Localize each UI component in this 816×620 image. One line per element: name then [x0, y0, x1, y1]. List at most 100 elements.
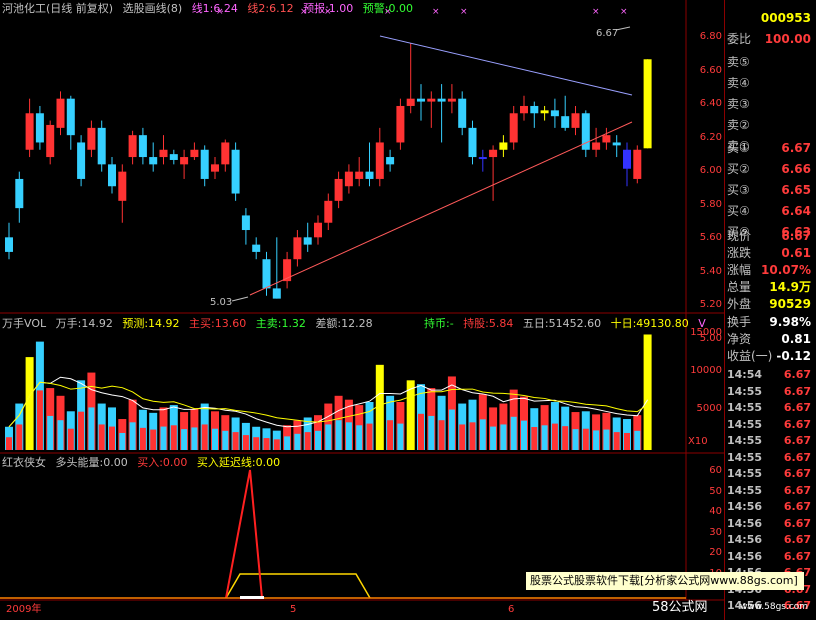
volume-bar-inner: [109, 426, 115, 450]
tick-time: 14:56: [727, 533, 763, 546]
buy-price: 6.66: [781, 162, 811, 176]
volume-bar-inner: [139, 427, 146, 450]
candle-body: [623, 149, 631, 169]
kline-chart[interactable]: 6.67 5.03 X10 2009年 5 6 × × × × × × × ×: [0, 0, 724, 620]
tick-row[interactable]: 14:55 6.67: [727, 465, 816, 483]
tick-row[interactable]: 14:55 6.67: [727, 416, 816, 434]
forecast-marker: ×: [592, 7, 600, 17]
candle-body: [365, 171, 374, 179]
candle-body: [169, 154, 178, 160]
candle-body: [602, 135, 611, 143]
low-price-label: 5.03: [210, 297, 232, 308]
volume-bar-inner: [304, 432, 311, 450]
buy-row: 买② 6.66: [727, 159, 816, 180]
candle-body: [118, 171, 127, 201]
forecast-marker: ×: [432, 7, 440, 17]
candle-body: [128, 135, 137, 158]
candle-body: [262, 259, 271, 289]
tick-row[interactable]: 14:56 6.67: [727, 548, 816, 566]
volume-bar-inner: [345, 422, 352, 450]
candle-body: [5, 237, 13, 252]
vol-ma5: 五日:51452.60: [522, 317, 602, 330]
energy-title[interactable]: 红衣侠女: [2, 456, 46, 469]
candle-body: [447, 98, 456, 102]
volume-bar-inner: [315, 430, 321, 450]
tick-price: 6.67: [783, 434, 811, 447]
watermark-banner[interactable]: 股票公式股票软件下载[分析家公式网www.88gs.com]: [526, 572, 804, 590]
stock-code: 000953: [760, 11, 811, 25]
tick-row[interactable]: 14:56 6.67: [727, 498, 816, 516]
candle-body: [458, 98, 467, 128]
volume-bar-inner: [294, 433, 301, 450]
candle-body: [468, 127, 477, 158]
volume-bar-inner: [129, 422, 136, 450]
tick-price: 6.67: [783, 483, 811, 497]
warning-value: 预警:0.00: [362, 2, 413, 15]
candle-body: [396, 105, 405, 143]
energy-tick: 40: [709, 506, 722, 517]
tick-time: 14:54: [727, 368, 763, 381]
volume-bar-inner: [98, 424, 105, 450]
candle-body: [592, 142, 601, 150]
candle-body: [15, 178, 24, 209]
site-url: www.58gs.com: [740, 602, 809, 612]
candle-body: [231, 149, 240, 194]
volume-bar-inner: [16, 424, 23, 450]
energy-tick: 50: [709, 485, 722, 497]
tick-row[interactable]: 14:56 6.67: [727, 515, 816, 533]
volume-bar-inner: [634, 430, 641, 450]
tick-row[interactable]: 14:54 6.67: [727, 366, 816, 384]
volume-bar-inner: [387, 420, 394, 450]
candle-body: [241, 215, 250, 231]
tick-price: 6.67: [783, 450, 811, 464]
tick-row[interactable]: 14:55 6.67: [727, 482, 816, 500]
sell-row: 卖②: [727, 115, 816, 136]
time-axis-year: 2009年: [6, 602, 41, 615]
volume-bar-inner: [181, 429, 188, 450]
tick-row[interactable]: 14:55 6.67: [727, 432, 816, 450]
volume-bar-inner: [191, 427, 198, 450]
tick-row[interactable]: 14:55 6.67: [727, 383, 816, 401]
volume-bar-inner: [428, 415, 435, 450]
sell-row: 卖③: [727, 94, 816, 115]
tick-row[interactable]: 14:55 6.67: [727, 449, 816, 467]
buy-price: 6.67: [781, 141, 811, 155]
energy-spike-line: [225, 469, 263, 599]
sell-label: 卖⑤: [727, 55, 750, 69]
time-axis-june: 6: [508, 604, 514, 615]
volume-bar-inner: [242, 435, 249, 450]
volume-bar-inner: [78, 411, 85, 450]
energy-header: 红衣侠女 多头能量:0.00 买入:0.00 买入延迟线:0.00: [2, 456, 286, 470]
stock-title[interactable]: 河池化工(日线 前复权): [2, 2, 113, 15]
buy-row: 买③ 6.65: [727, 180, 816, 201]
buy-label: 买②: [727, 162, 750, 176]
tick-time: 14:56: [727, 549, 763, 563]
volume-bar-inner: [222, 430, 229, 450]
volume-bar-inner: [603, 429, 610, 450]
candle-body: [97, 127, 106, 165]
candle-body: [334, 178, 343, 201]
volume-bar-inner: [88, 407, 95, 450]
candle-body: [520, 105, 528, 114]
high-price-label: 6.67: [596, 28, 618, 39]
tick-time: 14:55: [727, 384, 763, 398]
tick-price: 6.67: [783, 417, 811, 431]
candle-body: [77, 142, 86, 179]
buy-row: 买① 6.67: [727, 138, 816, 159]
volume-bar-inner: [613, 432, 620, 450]
price-tick: 6.80: [699, 31, 722, 42]
candle-body: [138, 135, 147, 158]
volume-bar-inner: [418, 413, 424, 450]
indicator-name[interactable]: 选股画线(8): [123, 2, 183, 15]
sell-label: 卖③: [727, 97, 750, 111]
volume-bar-inner: [284, 436, 291, 450]
time-axis-may: 5: [290, 604, 296, 615]
candle-body: [540, 110, 549, 114]
tick-row[interactable]: 14:56 6.67: [727, 531, 816, 549]
vol-title[interactable]: 万手VOL: [2, 317, 46, 330]
price-header: 河池化工(日线 前复权) 选股画线(8) 线1:6.24 线2:6.12 预报:…: [2, 2, 419, 16]
sell-label: 卖②: [727, 118, 750, 132]
candle-body: [180, 157, 189, 165]
tick-row[interactable]: 14:55 6.67: [727, 399, 816, 417]
sell-row: 卖④: [727, 73, 816, 94]
